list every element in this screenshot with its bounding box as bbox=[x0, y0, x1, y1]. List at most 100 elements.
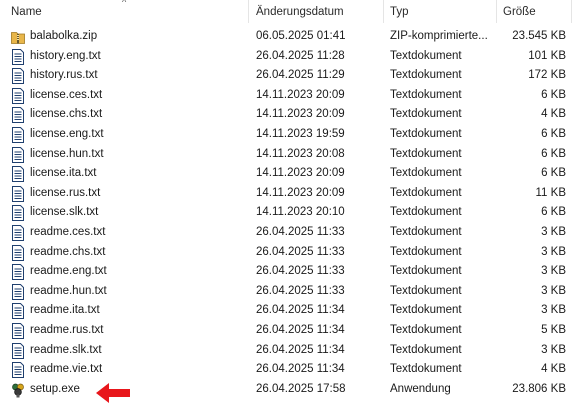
file-type: Textdokument bbox=[390, 127, 462, 140]
file-date: 26.04.2025 11:33 bbox=[256, 284, 345, 297]
setup-exe-icon bbox=[11, 382, 25, 398]
file-size: 23.545 KB bbox=[512, 30, 566, 42]
file-date: 14.11.2023 19:59 bbox=[256, 127, 345, 140]
file-size: 3 KB bbox=[541, 225, 566, 238]
file-row[interactable]: license.hun.txt 14.11.2023 20:08 Textdokum… bbox=[0, 145, 586, 165]
file-row[interactable]: setup.exe 26.04.2025 17:58 Anwendung 23.806… bbox=[0, 380, 586, 400]
file-type: Textdokument bbox=[390, 323, 462, 336]
file-date: 14.11.2023 20:09 bbox=[256, 88, 345, 101]
file-row[interactable]: license.ita.txt 14.11.2023 20:09 Textdokum… bbox=[0, 164, 586, 184]
column-divider[interactable] bbox=[248, 0, 249, 23]
file-row[interactable]: readme.hun.txt 26.04.2025 11:33 Textdokume… bbox=[0, 282, 586, 302]
file-name: readme.vie.txt bbox=[30, 363, 103, 376]
file-type: Textdokument bbox=[390, 167, 462, 180]
file-type: Textdokument bbox=[390, 304, 462, 317]
file-name: history.rus.txt bbox=[30, 69, 98, 82]
file-size: 3 KB bbox=[541, 245, 566, 258]
file-date: 14.11.2023 20:09 bbox=[256, 108, 345, 121]
file-date: 26.04.2025 11:29 bbox=[256, 69, 345, 82]
file-row[interactable]: license.eng.txt 14.11.2023 19:59 Textdokum… bbox=[0, 125, 586, 145]
text-file-icon bbox=[11, 146, 25, 163]
text-file-icon bbox=[11, 205, 25, 222]
column-header-name[interactable]: Name bbox=[11, 3, 42, 21]
file-date: 26.04.2025 17:58 bbox=[256, 382, 346, 395]
file-type: Textdokument bbox=[390, 49, 462, 62]
file-name: readme.hun.txt bbox=[30, 284, 107, 297]
file-row[interactable]: readme.vie.txt 26.04.2025 11:34 Textdokume… bbox=[0, 360, 586, 380]
file-name: balabolka.zip bbox=[30, 30, 98, 42]
file-name: license.ita.txt bbox=[30, 167, 97, 180]
file-type: Textdokument bbox=[390, 245, 462, 258]
text-file-icon bbox=[11, 224, 25, 241]
file-date: 26.04.2025 11:28 bbox=[256, 49, 345, 62]
file-size: 4 KB bbox=[541, 108, 566, 121]
file-row[interactable]: balabolka.zip 06.05.2025 01:41 ZIP-komprim… bbox=[0, 27, 586, 47]
column-header-bar: Name ^ Änderungsdatum Typ Größe bbox=[0, 0, 586, 24]
file-type: Textdokument bbox=[390, 225, 462, 238]
file-type: Textdokument bbox=[390, 147, 462, 160]
file-size: 3 KB bbox=[541, 265, 566, 278]
file-explorer: Name ^ Änderungsdatum Typ Größe balabolk… bbox=[0, 0, 586, 416]
file-date: 14.11.2023 20:10 bbox=[256, 206, 345, 219]
file-type: Textdokument bbox=[390, 284, 462, 297]
file-size: 11 KB bbox=[535, 186, 566, 199]
file-date: 26.04.2025 11:33 bbox=[256, 245, 345, 258]
column-divider[interactable] bbox=[571, 0, 572, 23]
file-type: Textdokument bbox=[390, 69, 462, 82]
file-date: 14.11.2023 20:09 bbox=[256, 167, 345, 180]
text-file-icon bbox=[11, 303, 25, 320]
file-row[interactable]: readme.ces.txt 26.04.2025 11:33 Textdokume… bbox=[0, 223, 586, 243]
file-type: ZIP-komprimierte... bbox=[390, 30, 488, 42]
file-size: 6 KB bbox=[541, 127, 566, 140]
column-header-date[interactable]: Änderungsdatum bbox=[256, 3, 344, 21]
text-file-icon bbox=[11, 362, 25, 379]
file-name: license.chs.txt bbox=[30, 108, 103, 121]
sort-indicator-icon: ^ bbox=[122, 0, 127, 7]
file-row[interactable]: readme.slk.txt 26.04.2025 11:34 Textdokume… bbox=[0, 341, 586, 361]
file-name: readme.rus.txt bbox=[30, 323, 104, 336]
file-row[interactable]: license.chs.txt 14.11.2023 20:09 Textdokum… bbox=[0, 105, 586, 125]
column-divider[interactable] bbox=[496, 0, 497, 23]
text-file-icon bbox=[11, 126, 25, 143]
file-date: 26.04.2025 11:34 bbox=[256, 343, 345, 356]
column-header-size[interactable]: Größe bbox=[503, 3, 536, 21]
text-file-icon bbox=[11, 68, 25, 85]
file-type: Textdokument bbox=[390, 343, 462, 356]
file-date: 14.11.2023 20:09 bbox=[256, 186, 345, 199]
zip-folder-icon bbox=[11, 29, 25, 45]
red-arrow-icon bbox=[96, 383, 130, 403]
file-size: 6 KB bbox=[541, 147, 566, 160]
file-name: license.rus.txt bbox=[30, 186, 101, 199]
file-name: readme.chs.txt bbox=[30, 245, 106, 258]
file-row[interactable]: history.eng.txt 26.04.2025 11:28 Textdokum… bbox=[0, 47, 586, 67]
file-size: 101 KB bbox=[528, 49, 566, 62]
file-row[interactable]: history.rus.txt 26.04.2025 11:29 Textdokum… bbox=[0, 66, 586, 86]
column-header-type[interactable]: Typ bbox=[390, 3, 409, 21]
column-divider[interactable] bbox=[383, 0, 384, 23]
file-name: readme.eng.txt bbox=[30, 265, 107, 278]
file-date: 26.04.2025 11:33 bbox=[256, 225, 345, 238]
file-name: license.ces.txt bbox=[30, 88, 103, 101]
file-name: readme.slk.txt bbox=[30, 343, 102, 356]
file-name: setup.exe bbox=[30, 382, 80, 395]
file-size: 3 KB bbox=[541, 284, 566, 297]
file-list: balabolka.zip 06.05.2025 01:41 ZIP-komprim… bbox=[0, 27, 586, 399]
file-size: 3 KB bbox=[541, 304, 566, 317]
file-row[interactable]: license.slk.txt 14.11.2023 20:10 Textdokum… bbox=[0, 203, 586, 223]
text-file-icon bbox=[11, 283, 25, 300]
file-date: 26.04.2025 11:34 bbox=[256, 323, 345, 336]
file-row[interactable]: license.rus.txt 14.11.2023 20:09 Textdokum… bbox=[0, 184, 586, 204]
text-file-icon bbox=[11, 185, 25, 202]
file-date: 26.04.2025 11:33 bbox=[256, 265, 345, 278]
file-row[interactable]: readme.eng.txt 26.04.2025 11:33 Textdokume… bbox=[0, 262, 586, 282]
file-size: 6 KB bbox=[541, 88, 566, 101]
file-name: license.slk.txt bbox=[30, 206, 99, 219]
text-file-icon bbox=[11, 48, 25, 65]
file-row[interactable]: readme.chs.txt 26.04.2025 11:33 Textdokume… bbox=[0, 243, 586, 263]
file-type: Textdokument bbox=[390, 265, 462, 278]
file-row[interactable]: license.ces.txt 14.11.2023 20:09 Textdokum… bbox=[0, 86, 586, 106]
file-row[interactable]: readme.rus.txt 26.04.2025 11:34 Textdokume… bbox=[0, 321, 586, 341]
text-file-icon bbox=[11, 264, 25, 281]
file-name: readme.ita.txt bbox=[30, 304, 100, 317]
file-row[interactable]: readme.ita.txt 26.04.2025 11:34 Textdokume… bbox=[0, 301, 586, 321]
